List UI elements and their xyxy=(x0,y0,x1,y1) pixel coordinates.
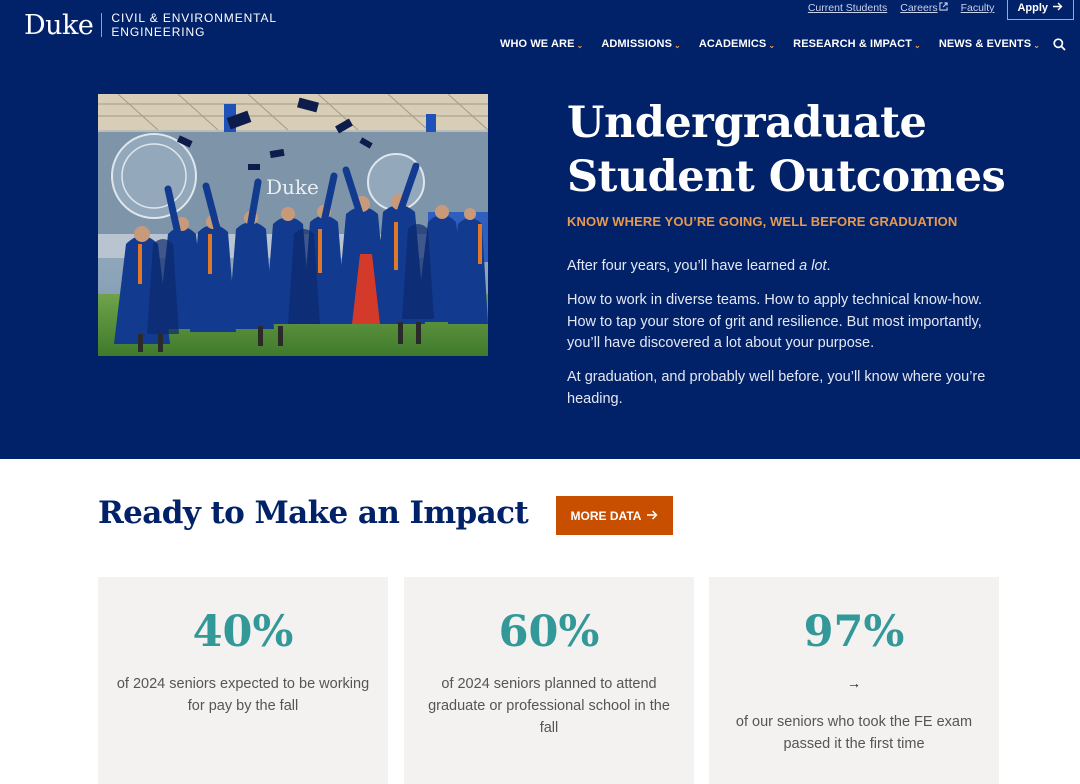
careers-link-label: Careers xyxy=(900,2,938,14)
stat-value: 97% xyxy=(803,607,905,657)
logo-divider xyxy=(101,13,103,37)
graduation-photo: Duke xyxy=(98,94,488,356)
nav-item-label: NEWS & EVENTS xyxy=(938,38,1032,50)
nav-item-label: ACADEMICS xyxy=(698,38,767,50)
nav-item-label: WHO WE ARE xyxy=(499,38,575,50)
stat-value: 60% xyxy=(498,607,600,657)
hero-paragraph-1-text: After four years, you’ll have learned xyxy=(567,258,800,274)
site-header: Duke CIVIL & ENVIRONMENTAL ENGINEERING C… xyxy=(0,0,1080,60)
arrow-right-icon xyxy=(1053,2,1063,14)
careers-link[interactable]: Careers xyxy=(900,2,948,14)
apply-button-label: Apply xyxy=(1017,2,1048,14)
external-link-icon xyxy=(938,2,948,13)
faculty-link[interactable]: Faculty xyxy=(961,2,995,14)
main-nav: WHO WE ARE ⌄ ADMISSIONS ⌄ ACADEMICS ⌄ RESEA… xyxy=(500,38,1040,50)
utility-nav: Current Students Careers Faculty Apply xyxy=(808,0,1074,20)
svg-text:Duke: Duke xyxy=(266,175,319,199)
arrow-right-icon[interactable]: → xyxy=(709,675,999,691)
stat-description: of 2024 seniors expected to be working f… xyxy=(116,676,370,714)
chevron-down-icon: ⌄ xyxy=(768,40,776,50)
hero-paragraph-1: After four years, you’ll have learned a … xyxy=(567,256,997,278)
nav-item-label: ADMISSIONS xyxy=(601,38,673,50)
hero-paragraph-1-end: . xyxy=(826,258,831,274)
department-line-1: CIVIL & ENVIRONMENTAL xyxy=(111,11,277,25)
stat-card-fe-exam[interactable]: 97% → of our seniors who took the FE exa… xyxy=(709,577,999,784)
search-icon[interactable] xyxy=(1053,38,1066,51)
more-data-button[interactable]: MORE DATA xyxy=(556,496,673,535)
department-line-2: ENGINEERING xyxy=(111,25,206,39)
nav-item-research-impact[interactable]: RESEARCH & IMPACT ⌄ xyxy=(793,38,921,50)
more-data-label: MORE DATA xyxy=(570,508,642,523)
hero-paragraph-2: How to work in diverse teams. How to app… xyxy=(567,292,983,351)
chevron-down-icon: ⌄ xyxy=(914,40,921,50)
hero-body: After four years, you’ll have learned a … xyxy=(567,256,997,423)
nav-item-who-we-are[interactable]: WHO WE ARE ⌄ xyxy=(500,38,583,50)
stat-card-working: 40% of 2024 seniors expected to be worki… xyxy=(98,577,388,784)
nav-item-label: RESEARCH & IMPACT xyxy=(793,38,912,50)
page-title: Undergraduate Student Outcomes xyxy=(567,98,1006,202)
current-students-link[interactable]: Current Students xyxy=(808,2,887,14)
chevron-down-icon: ⌄ xyxy=(1033,40,1040,50)
chevron-down-icon: ⌄ xyxy=(576,40,584,50)
chevron-down-icon: ⌄ xyxy=(674,40,681,50)
apply-button[interactable]: Apply xyxy=(1007,0,1074,20)
hero-kicker: KNOW WHERE YOU’RE GOING, WELL BEFORE GRA… xyxy=(567,214,958,229)
arrow-right-icon xyxy=(647,509,658,523)
stat-description: of our seniors who took the FE exam pass… xyxy=(735,714,973,752)
impact-heading: Ready to Make an Impact xyxy=(98,495,529,531)
hero-paragraph-1-emphasis: a lot xyxy=(799,258,827,274)
hero-paragraph-3: At graduation, and probably well before,… xyxy=(567,369,986,407)
hero-section: Duke Undergraduate Student Outcomes KNOW… xyxy=(0,60,1080,459)
stat-description: of 2024 seniors planned to attend gradua… xyxy=(428,676,670,736)
nav-item-news-events[interactable]: NEWS & EVENTS ⌄ xyxy=(939,38,1040,50)
duke-wordmark: Duke xyxy=(24,9,94,41)
site-logo[interactable]: Duke CIVIL & ENVIRONMENTAL ENGINEERING xyxy=(24,11,277,39)
nav-item-academics[interactable]: ACADEMICS ⌄ xyxy=(699,38,775,50)
nav-item-admissions[interactable]: ADMISSIONS ⌄ xyxy=(601,38,681,50)
stat-value: 40% xyxy=(192,607,294,657)
department-name: CIVIL & ENVIRONMENTAL ENGINEERING xyxy=(111,11,277,39)
stat-card-grad-school: 60% of 2024 seniors planned to attend gr… xyxy=(404,577,694,784)
